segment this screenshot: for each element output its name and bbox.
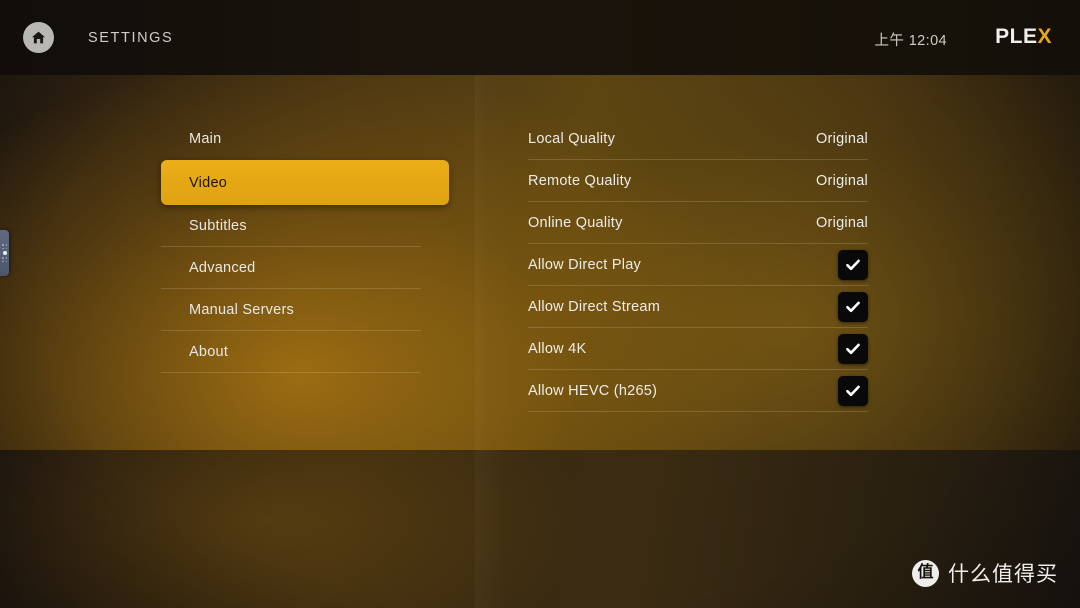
setting-row[interactable]: Allow Direct Play <box>528 244 868 286</box>
settings-panel: Local Quality Original Remote Quality Origi… <box>528 118 868 412</box>
page-title: SETTINGS <box>88 30 174 46</box>
check-icon <box>846 343 860 355</box>
setting-row[interactable]: Allow Direct Stream <box>528 286 868 328</box>
sidebar-item-advanced[interactable]: Advanced <box>161 247 449 289</box>
nav-divider <box>161 372 421 373</box>
setting-divider <box>528 411 868 412</box>
plex-logo-main: PLE <box>995 25 1038 48</box>
home-button[interactable] <box>23 22 54 53</box>
sidebar-item-video[interactable]: Video <box>161 160 449 205</box>
drag-handle-icon[interactable] <box>0 230 9 276</box>
app-header: SETTINGS 上午 12:04 PLEX <box>0 0 1080 75</box>
watermark: 值 什么值得买 <box>912 558 1058 588</box>
setting-label: Online Quality <box>528 215 623 231</box>
check-icon <box>846 385 860 397</box>
sidebar-item-manual-servers[interactable]: Manual Servers <box>161 289 449 331</box>
watermark-logo: 值 <box>912 559 939 587</box>
setting-value: Original <box>816 215 868 231</box>
sidebar-item-label: Advanced <box>189 260 256 276</box>
setting-value: Original <box>816 131 868 147</box>
sidebar-item-about[interactable]: About <box>161 331 449 373</box>
sidebar-item-subtitles[interactable]: Subtitles <box>161 205 449 247</box>
setting-row[interactable]: Remote Quality Original <box>528 160 868 202</box>
setting-label: Allow 4K <box>528 341 587 357</box>
setting-row[interactable]: Allow HEVC (h265) <box>528 370 868 412</box>
sidebar-item-label: About <box>189 344 229 360</box>
sidebar-item-label: Manual Servers <box>189 302 295 318</box>
clock: 上午 12:04 <box>874 33 947 49</box>
watermark-text: 什么值得买 <box>948 563 1058 586</box>
setting-label: Allow Direct Stream <box>528 299 661 315</box>
check-icon <box>846 301 860 313</box>
setting-label: Local Quality <box>528 131 616 147</box>
sidebar-item-label: Main <box>189 131 222 147</box>
plex-logo: PLEX <box>995 26 1052 47</box>
setting-row[interactable]: Allow 4K <box>528 328 868 370</box>
setting-label: Remote Quality <box>528 173 632 189</box>
setting-value: Original <box>816 173 868 189</box>
setting-checkbox[interactable] <box>838 334 868 364</box>
check-icon <box>846 259 860 271</box>
setting-label: Allow Direct Play <box>528 257 642 273</box>
settings-nav: Main Video Subtitles Advanced Manual Servers… <box>161 118 449 373</box>
plex-logo-accent: X <box>1037 25 1052 48</box>
setting-checkbox[interactable] <box>838 376 868 406</box>
setting-row[interactable]: Online Quality Original <box>528 202 868 244</box>
sidebar-item-label: Subtitles <box>189 218 247 234</box>
home-icon <box>30 29 47 46</box>
setting-checkbox[interactable] <box>838 250 868 280</box>
setting-label: Allow HEVC (h265) <box>528 383 658 399</box>
setting-row[interactable]: Local Quality Original <box>528 118 868 160</box>
sidebar-item-main[interactable]: Main <box>161 118 449 160</box>
setting-checkbox[interactable] <box>838 292 868 322</box>
sidebar-item-label: Video <box>189 174 228 191</box>
